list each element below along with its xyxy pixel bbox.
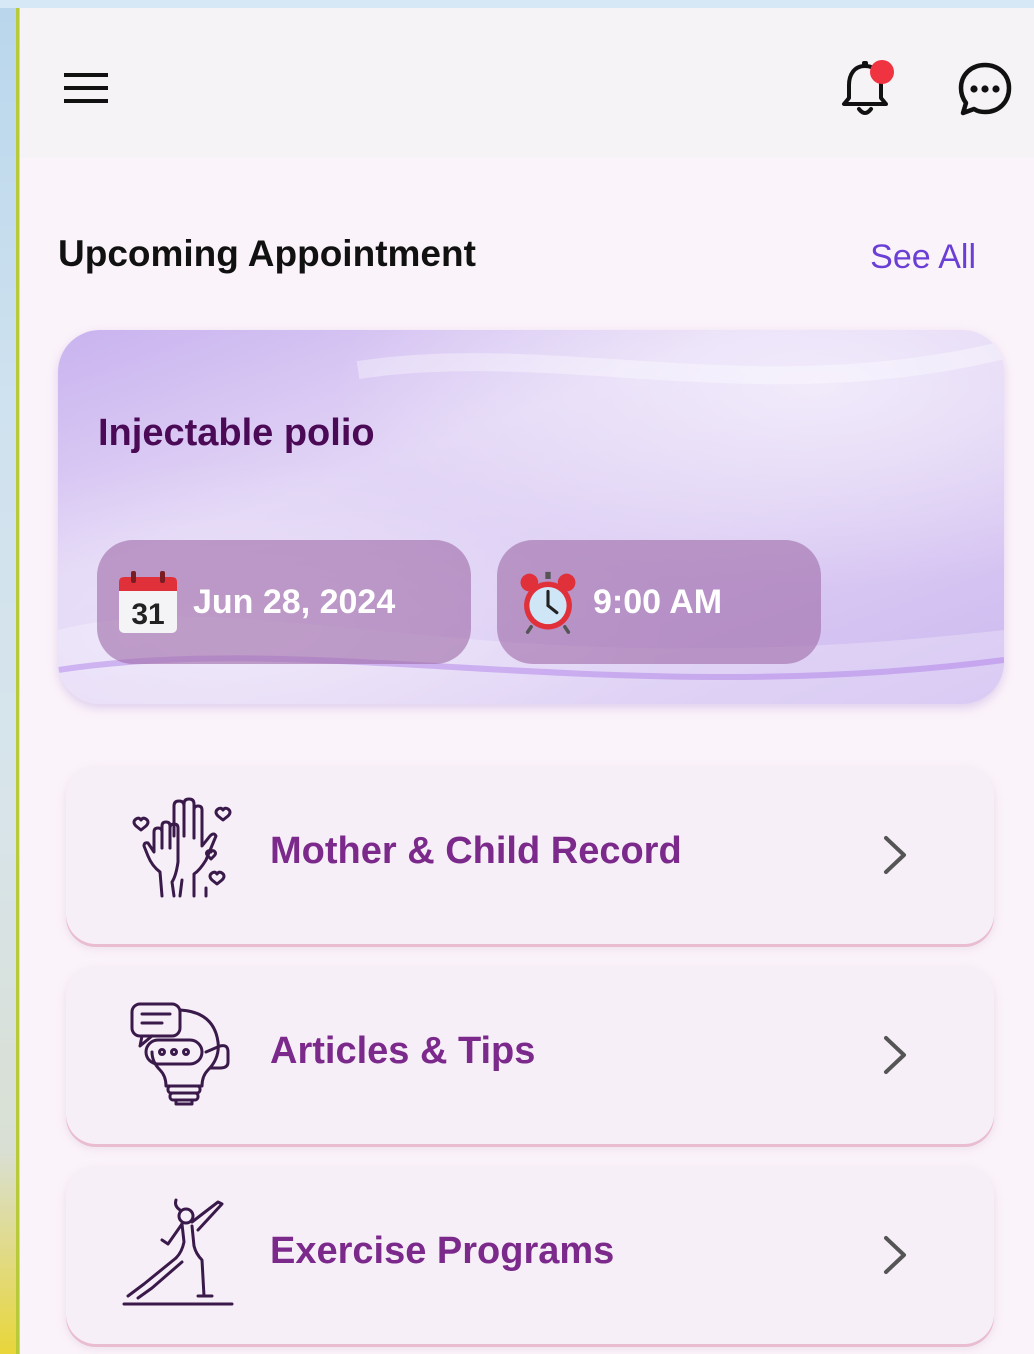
- menu-item-label: Mother & Child Record: [270, 830, 682, 872]
- appointment-date-chip: 31 Jun 28, 2024: [97, 540, 471, 664]
- menu-item-label: Articles & Tips: [270, 1030, 536, 1072]
- app-screen: Upcoming Appointment See All Injectable …: [20, 8, 1034, 1354]
- app-bar: [20, 8, 1034, 158]
- appointment-card[interactable]: Injectable polio 31 Jun 28, 2024 9:00 AM: [58, 330, 1004, 704]
- lightbulb-chat-icon: [130, 1002, 230, 1106]
- hamburger-menu-icon: [64, 73, 108, 103]
- chevron-right-icon: [884, 1036, 906, 1074]
- see-all-link[interactable]: See All: [870, 238, 976, 277]
- menu-item-articles-tips[interactable]: Articles & Tips: [66, 966, 994, 1144]
- appointment-time: 9:00 AM: [593, 582, 723, 621]
- chevron-right-icon: [884, 836, 906, 874]
- section-title: Upcoming Appointment: [58, 233, 476, 274]
- menu-item-exercise-programs[interactable]: Exercise Programs: [66, 1166, 994, 1344]
- menu-button[interactable]: [56, 58, 116, 118]
- wallpaper-top: [0, 0, 1034, 8]
- chat-button[interactable]: [950, 56, 1020, 122]
- menu-item-mother-child-record[interactable]: Mother & Child Record: [66, 766, 994, 944]
- chevron-right-icon: [884, 1236, 906, 1274]
- yoga-pose-icon: [122, 1198, 234, 1306]
- window-border: [16, 0, 19, 1354]
- alarm-clock-icon: [520, 571, 576, 634]
- menu-item-label: Exercise Programs: [270, 1230, 615, 1272]
- appointment-title: Injectable polio: [98, 412, 375, 454]
- calendar-icon: 31: [119, 571, 177, 633]
- raised-hands-hearts-icon: [132, 797, 232, 898]
- notification-badge: [870, 60, 894, 84]
- chat-bubble-icon: [958, 62, 1012, 116]
- appointment-time-chip: 9:00 AM: [497, 540, 821, 664]
- svg-text:31: 31: [131, 598, 164, 631]
- appointment-date: Jun 28, 2024: [193, 582, 396, 621]
